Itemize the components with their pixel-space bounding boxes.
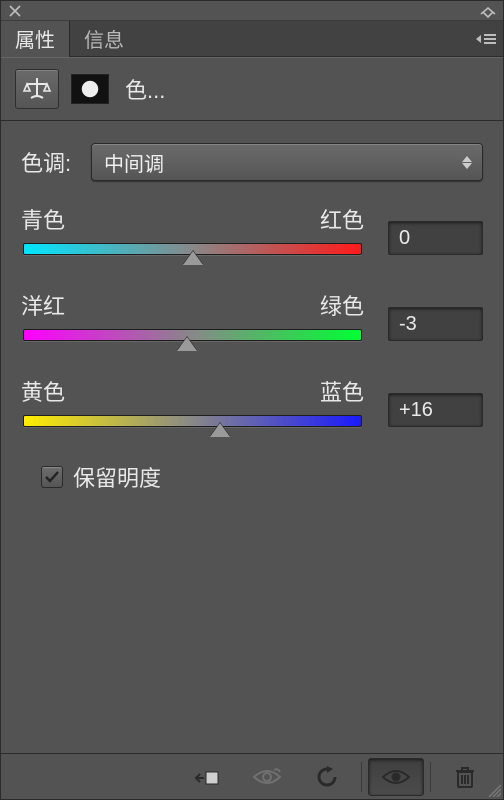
slider-cyan-red: 青色 红色 0 bbox=[21, 203, 483, 265]
slider-value-input[interactable]: 0 bbox=[388, 221, 483, 255]
color-balance-icon[interactable] bbox=[15, 69, 59, 109]
resize-grip-icon[interactable] bbox=[487, 783, 501, 797]
dropdown-arrows-icon bbox=[460, 151, 474, 173]
separator bbox=[361, 762, 362, 792]
properties-panel: 属性 信息 色... bbox=[0, 0, 504, 800]
slider-right-label: 红色 bbox=[320, 203, 364, 235]
tab-properties[interactable]: 属性 bbox=[1, 21, 70, 56]
panel-grip-bar bbox=[1, 1, 503, 21]
reset-icon[interactable] bbox=[299, 758, 355, 796]
preserve-luminosity-row: 保留明度 bbox=[41, 461, 483, 493]
panel-menu-icon[interactable] bbox=[469, 21, 503, 56]
layer-mask-thumb[interactable] bbox=[71, 74, 109, 104]
slider-left-label: 青色 bbox=[21, 203, 65, 235]
tab-label: 信息 bbox=[84, 24, 124, 53]
tone-row: 色调: 中间调 bbox=[21, 143, 483, 181]
adjustment-header: 色... bbox=[1, 57, 503, 121]
slider-track[interactable] bbox=[21, 413, 364, 437]
preserve-luminosity-label: 保留明度 bbox=[73, 461, 161, 493]
collapse-icon[interactable] bbox=[479, 6, 497, 16]
slider-left-label: 黄色 bbox=[21, 375, 65, 407]
slider-yellow-blue: 黄色 蓝色 +16 bbox=[21, 375, 483, 437]
tab-label: 属性 bbox=[15, 24, 55, 53]
slider-right-label: 蓝色 bbox=[320, 375, 364, 407]
clip-to-layer-icon[interactable] bbox=[179, 758, 235, 796]
preserve-luminosity-checkbox[interactable] bbox=[41, 466, 63, 488]
adjustment-title: 色... bbox=[125, 73, 165, 105]
separator bbox=[430, 762, 431, 792]
toggle-visibility-icon[interactable] bbox=[368, 758, 424, 796]
slider-handle[interactable] bbox=[183, 251, 203, 265]
slider-value-input[interactable]: -3 bbox=[388, 307, 483, 341]
tab-info[interactable]: 信息 bbox=[70, 21, 138, 56]
slider-magenta-green: 洋红 绿色 -3 bbox=[21, 289, 483, 351]
trash-icon[interactable] bbox=[437, 758, 493, 796]
slider-handle[interactable] bbox=[210, 423, 230, 437]
slider-left-label: 洋红 bbox=[21, 289, 65, 321]
tone-selected: 中间调 bbox=[104, 148, 164, 177]
panel-body: 色调: 中间调 青色 红色 bbox=[1, 121, 503, 753]
view-previous-icon[interactable] bbox=[239, 758, 295, 796]
slider-handle[interactable] bbox=[177, 337, 197, 351]
close-icon[interactable] bbox=[7, 3, 23, 19]
tab-row: 属性 信息 bbox=[1, 21, 503, 57]
panel-footer bbox=[1, 753, 503, 799]
slider-right-label: 绿色 bbox=[320, 289, 364, 321]
slider-track[interactable] bbox=[21, 327, 364, 351]
sliders: 青色 红色 0 洋红 绿色 bbox=[21, 203, 483, 437]
tone-dropdown[interactable]: 中间调 bbox=[91, 143, 483, 181]
slider-value-input[interactable]: +16 bbox=[388, 393, 483, 427]
tone-label: 色调: bbox=[21, 146, 91, 178]
slider-track[interactable] bbox=[21, 241, 364, 265]
